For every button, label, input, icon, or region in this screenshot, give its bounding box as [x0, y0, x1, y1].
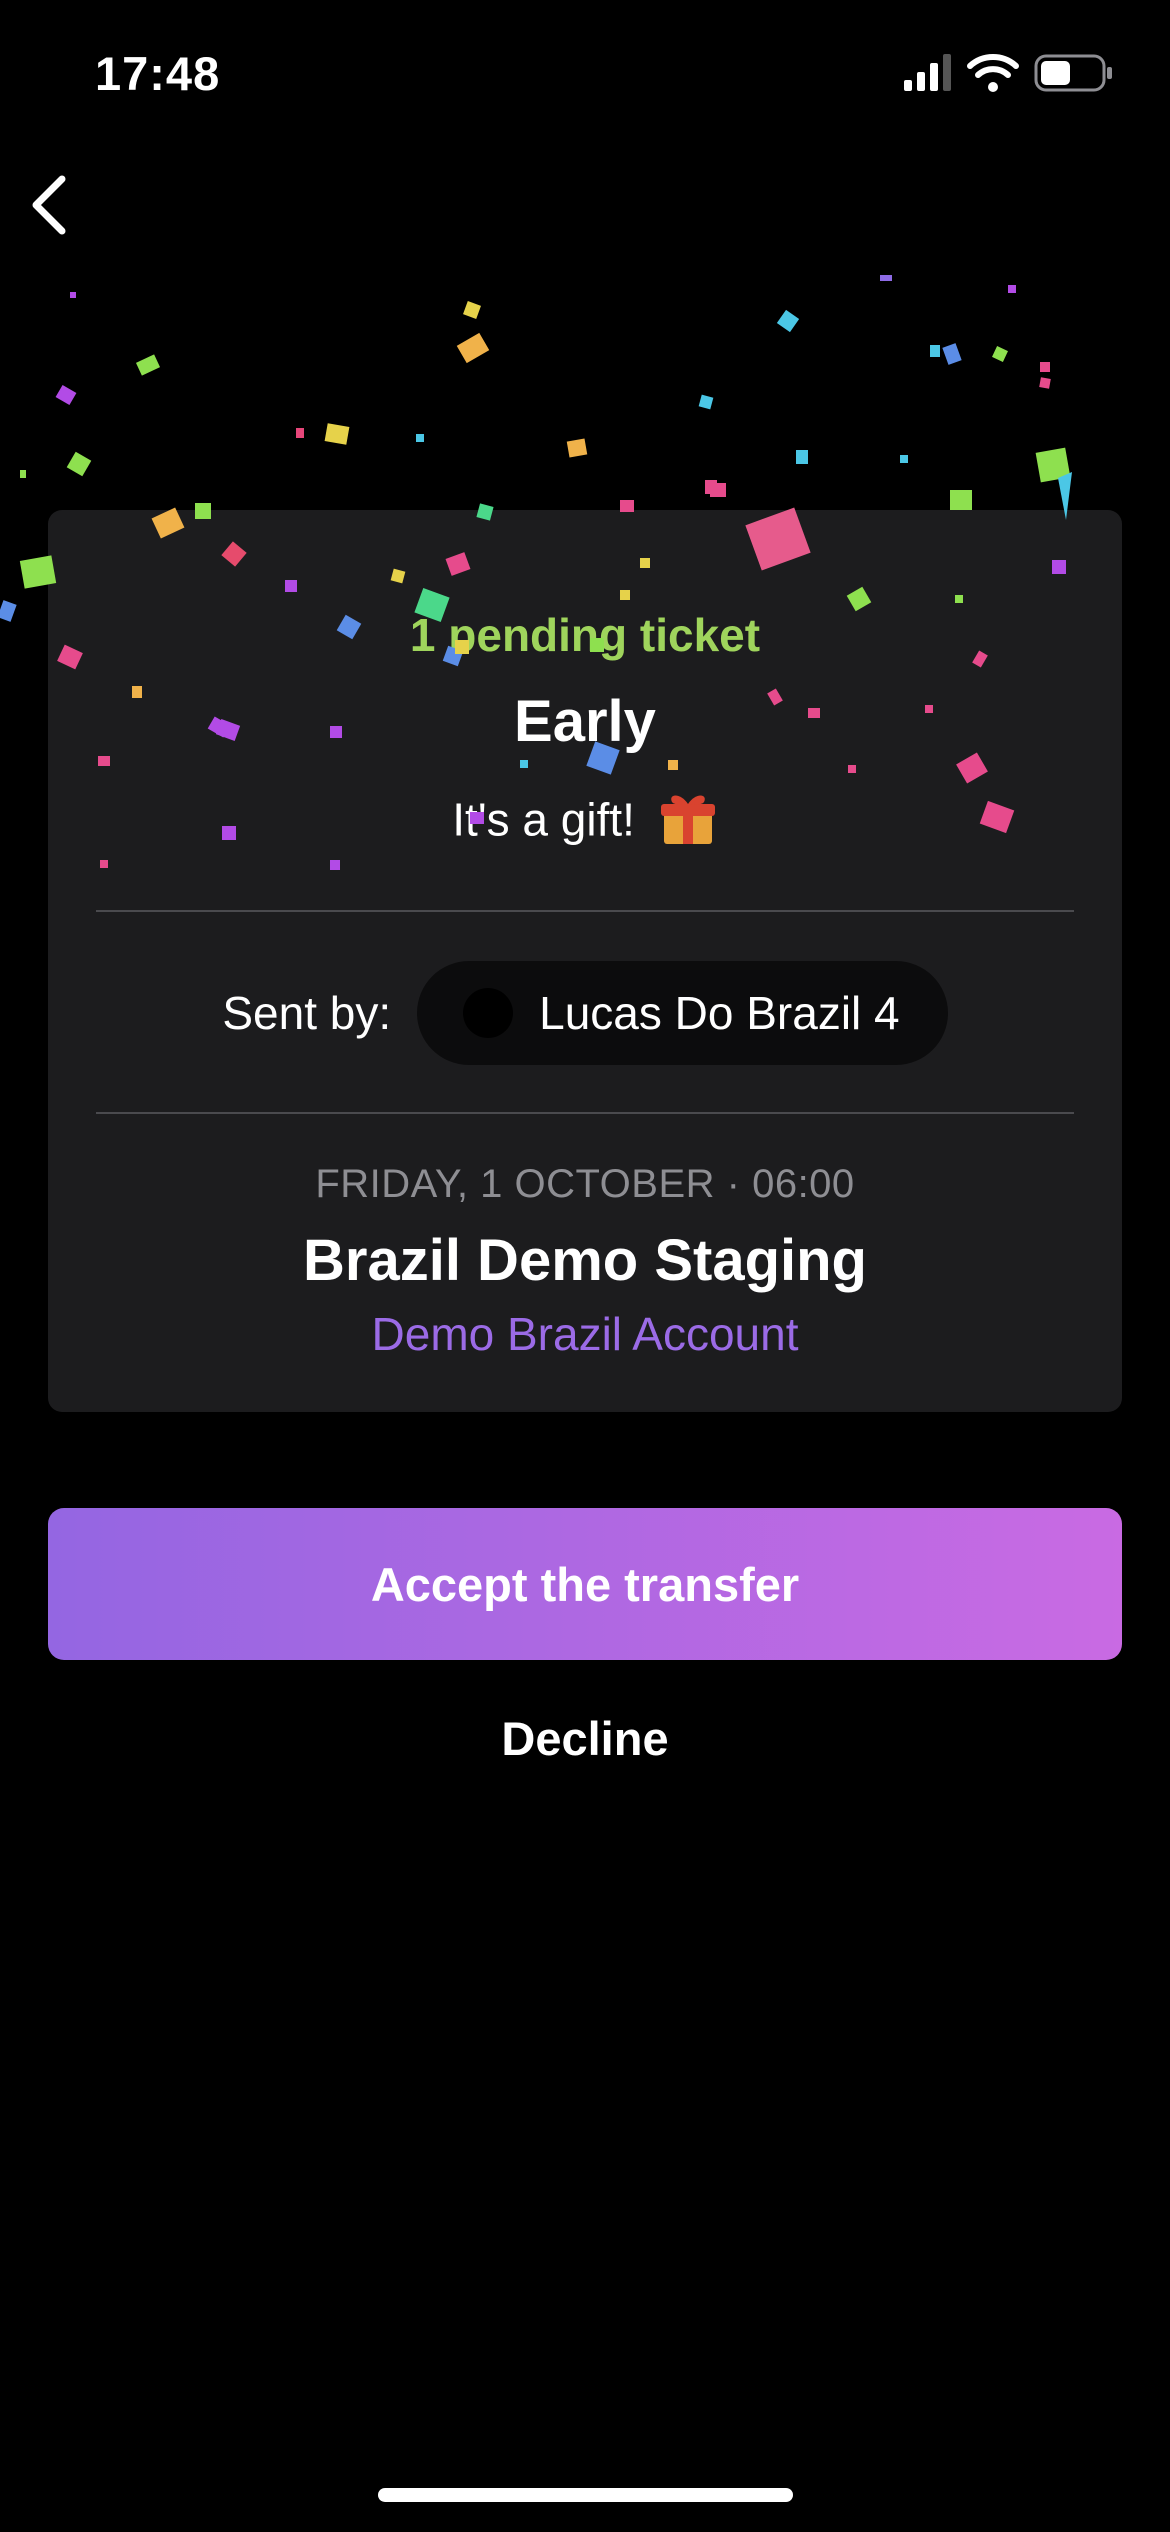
gift-icon — [658, 788, 718, 859]
avatar — [463, 988, 514, 1038]
divider — [96, 1112, 1074, 1114]
chevron-left-icon — [32, 175, 66, 235]
organizer-link[interactable]: Demo Brazil Account — [48, 1307, 1122, 1361]
battery-icon — [1034, 54, 1112, 92]
event-title: Brazil Demo Staging — [303, 1228, 867, 1293]
home-indicator — [378, 2488, 793, 2502]
sent-by-row: Sent by: Lucas Do Brazil 4 — [48, 960, 1122, 1066]
status-icons — [904, 54, 1112, 92]
sender-chip[interactable]: Lucas Do Brazil 4 — [417, 961, 948, 1065]
ticket-name: Early — [514, 689, 656, 754]
accept-transfer-button[interactable]: Accept the transfer — [48, 1508, 1122, 1660]
status-bar: 17:48 — [0, 0, 1170, 150]
decline-button[interactable]: Decline — [385, 1700, 785, 1776]
sender-name: Lucas Do Brazil 4 — [539, 987, 900, 1039]
status-time: 17:48 — [95, 47, 221, 100]
divider — [96, 910, 1074, 912]
wifi-icon — [967, 54, 1019, 92]
gift-text: It's a gift! — [452, 793, 635, 846]
cellular-signal-icon — [904, 54, 951, 91]
back-button[interactable] — [12, 165, 92, 245]
event-date: FRIDAY, 1 OCTOBER · 06:00 — [315, 1162, 855, 1206]
sent-by-label: Sent by: — [222, 987, 392, 1039]
pending-ticket-label: 1 pending ticket — [409, 609, 761, 661]
gift-message: It's a gift! — [48, 788, 1122, 859]
transfer-card: 1 pending ticket Early It's a gift! Sent… — [48, 510, 1122, 1412]
